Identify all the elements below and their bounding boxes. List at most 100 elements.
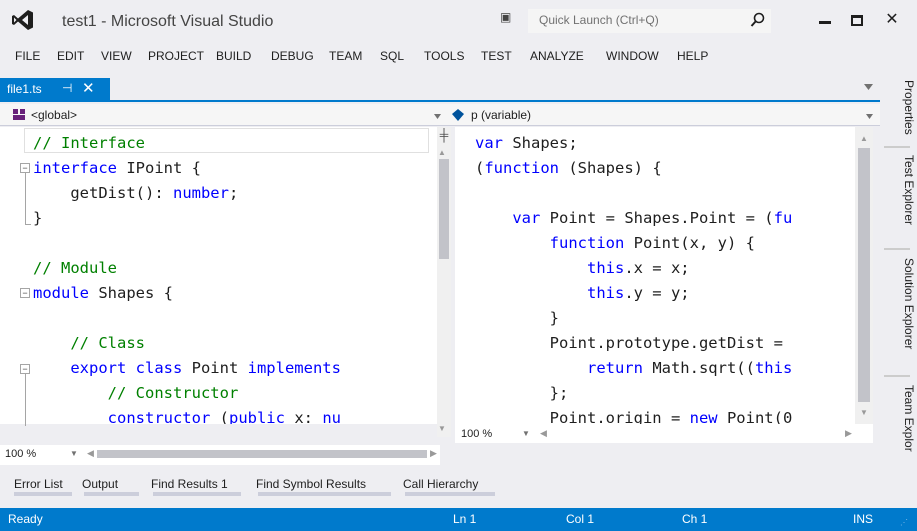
code-line[interactable]: // Module [33, 256, 117, 281]
code-line[interactable]: interface IPoint { [33, 156, 201, 181]
code-line[interactable]: function Point(x, y) { [475, 231, 755, 256]
code-line[interactable]: this.x = x; [475, 256, 690, 281]
code-token: this [754, 359, 793, 377]
menu-build[interactable]: BUILD [216, 49, 251, 63]
resize-grip-icon[interactable]: ⋰ [900, 518, 908, 527]
editor-pane-left[interactable]: // Interface interface IPoint { getDist()… [0, 127, 437, 424]
chevron-down-icon[interactable] [434, 114, 441, 119]
code-token: constructor [107, 409, 211, 424]
code-line[interactable]: // Class [33, 331, 145, 356]
menu-test[interactable]: TEST [481, 49, 512, 63]
sidebar-tab-test-explorer[interactable]: Test Explorer [902, 155, 916, 225]
tab-error-list[interactable]: Error List [14, 477, 63, 491]
feedback-icon[interactable]: ▣ [500, 10, 511, 24]
menu-help[interactable]: HELP [677, 49, 708, 63]
tab-file1-ts[interactable]: file1.ts ⊣ ✕ [0, 78, 110, 100]
search-icon[interactable] [750, 12, 766, 28]
left-hscroll-thumb[interactable] [97, 450, 427, 458]
sidebar-separator [884, 375, 910, 377]
code-line[interactable]: Point.prototype.getDist = [475, 331, 792, 356]
code-line[interactable]: } [33, 206, 42, 231]
left-scroll-thumb[interactable] [439, 159, 449, 259]
quick-launch-box[interactable]: Quick Launch (Ctrl+Q) [528, 9, 771, 33]
menu-view[interactable]: VIEW [101, 49, 132, 63]
collapse-interface-icon[interactable]: − [20, 163, 30, 173]
chevron-down-icon[interactable]: ▼ [522, 429, 530, 438]
menu-analyze[interactable]: ANALYZE [530, 49, 584, 63]
scroll-down-icon[interactable]: ▼ [860, 408, 868, 417]
code-token: function [484, 159, 559, 177]
menu-tools[interactable]: TOOLS [424, 49, 464, 63]
status-char: Ch 1 [682, 512, 708, 526]
menu-debug[interactable]: DEBUG [271, 49, 314, 63]
code-line[interactable]: getDist(): number; [33, 181, 238, 206]
visual-studio-logo-icon [12, 10, 33, 30]
tab-find-symbol-results[interactable]: Find Symbol Results [256, 477, 366, 491]
tab-call-hierarchy[interactable]: Call Hierarchy [403, 477, 478, 491]
sidebar-tab-solution-explorer[interactable]: Solution Explorer [902, 258, 916, 349]
tab-underline [14, 492, 72, 496]
code-token: implements [247, 359, 341, 377]
maximize-button[interactable] [845, 10, 869, 30]
scroll-up-icon[interactable]: ▲ [860, 134, 868, 143]
code-token: new [689, 409, 718, 424]
scroll-down-icon[interactable]: ▼ [438, 424, 446, 433]
code-token: x: [284, 409, 323, 424]
menu-edit[interactable]: EDIT [57, 49, 84, 63]
fold-line [25, 374, 26, 426]
sidebar-tab-properties[interactable]: Properties [902, 80, 916, 135]
member-dropdown[interactable]: p (variable) [471, 108, 531, 122]
tab-underline [405, 492, 495, 496]
code-line[interactable]: return Math.sqrt((this [475, 356, 792, 381]
quick-launch-input[interactable]: Quick Launch (Ctrl+Q) [539, 13, 659, 27]
scroll-right-icon[interactable]: ▶ [845, 428, 852, 439]
right-scroll-thumb[interactable] [858, 148, 870, 402]
collapse-module-icon[interactable]: − [20, 288, 30, 298]
right-zoom-bar [455, 424, 873, 443]
code-token: nu [322, 409, 341, 424]
code-token: Shapes { [89, 284, 173, 302]
close-window-button[interactable]: ✕ [880, 10, 904, 30]
fold-line-end [25, 224, 31, 225]
scroll-left-icon[interactable]: ◀ [87, 448, 94, 459]
editor-pane-right[interactable]: var Shapes; (function (Shapes) { var Poin… [455, 127, 855, 424]
code-line[interactable]: var Point = Shapes.Point = (fu [475, 206, 792, 231]
scroll-right-icon[interactable]: ▶ [430, 448, 437, 459]
menu-file[interactable]: FILE [15, 49, 40, 63]
menu-sql[interactable]: SQL [380, 49, 404, 63]
minimize-button[interactable] [813, 10, 837, 30]
tab-dropdown-icon[interactable] [864, 84, 873, 90]
split-icon[interactable]: ╪ [438, 129, 450, 141]
code-line[interactable]: module Shapes { [33, 281, 173, 306]
scroll-up-icon[interactable]: ▲ [438, 148, 446, 157]
sidebar-separator [884, 248, 910, 250]
tab-output[interactable]: Output [82, 477, 118, 491]
scroll-left-icon[interactable]: ◀ [540, 428, 547, 439]
code-line[interactable]: (function (Shapes) { [475, 156, 662, 181]
code-line[interactable]: var Shapes; [475, 131, 578, 156]
left-zoom-level[interactable]: 100 % [5, 448, 36, 460]
chevron-down-icon[interactable] [866, 114, 873, 119]
code-line[interactable]: this.y = y; [475, 281, 690, 306]
right-zoom-level[interactable]: 100 % [461, 428, 492, 440]
menu-window[interactable]: WINDOW [606, 49, 659, 63]
code-line[interactable]: Point.origin = new Point(0 [475, 406, 793, 424]
pin-icon[interactable]: ⊣ [62, 81, 72, 95]
code-line[interactable]: // Constructor [33, 381, 239, 406]
code-line[interactable]: // Interface [33, 131, 145, 156]
code-line[interactable]: } [475, 306, 559, 331]
scope-dropdown[interactable]: <global> [31, 108, 77, 122]
chevron-down-icon[interactable]: ▼ [70, 449, 78, 458]
tab-close-icon[interactable]: ✕ [82, 79, 95, 97]
code-token: Point.origin = [475, 409, 690, 424]
collapse-class-icon[interactable]: − [20, 364, 30, 374]
tab-find-results-1[interactable]: Find Results 1 [151, 477, 228, 491]
menu-project[interactable]: PROJECT [148, 49, 204, 63]
code-line[interactable]: export class Point implements [33, 356, 341, 381]
code-line[interactable]: constructor (public x: nu [33, 406, 341, 424]
menu-team[interactable]: TEAM [329, 49, 362, 63]
code-token: // Interface [33, 134, 145, 152]
sidebar-tab-team-explorer[interactable]: Team Explor [902, 385, 916, 452]
code-line[interactable]: }; [475, 381, 569, 406]
